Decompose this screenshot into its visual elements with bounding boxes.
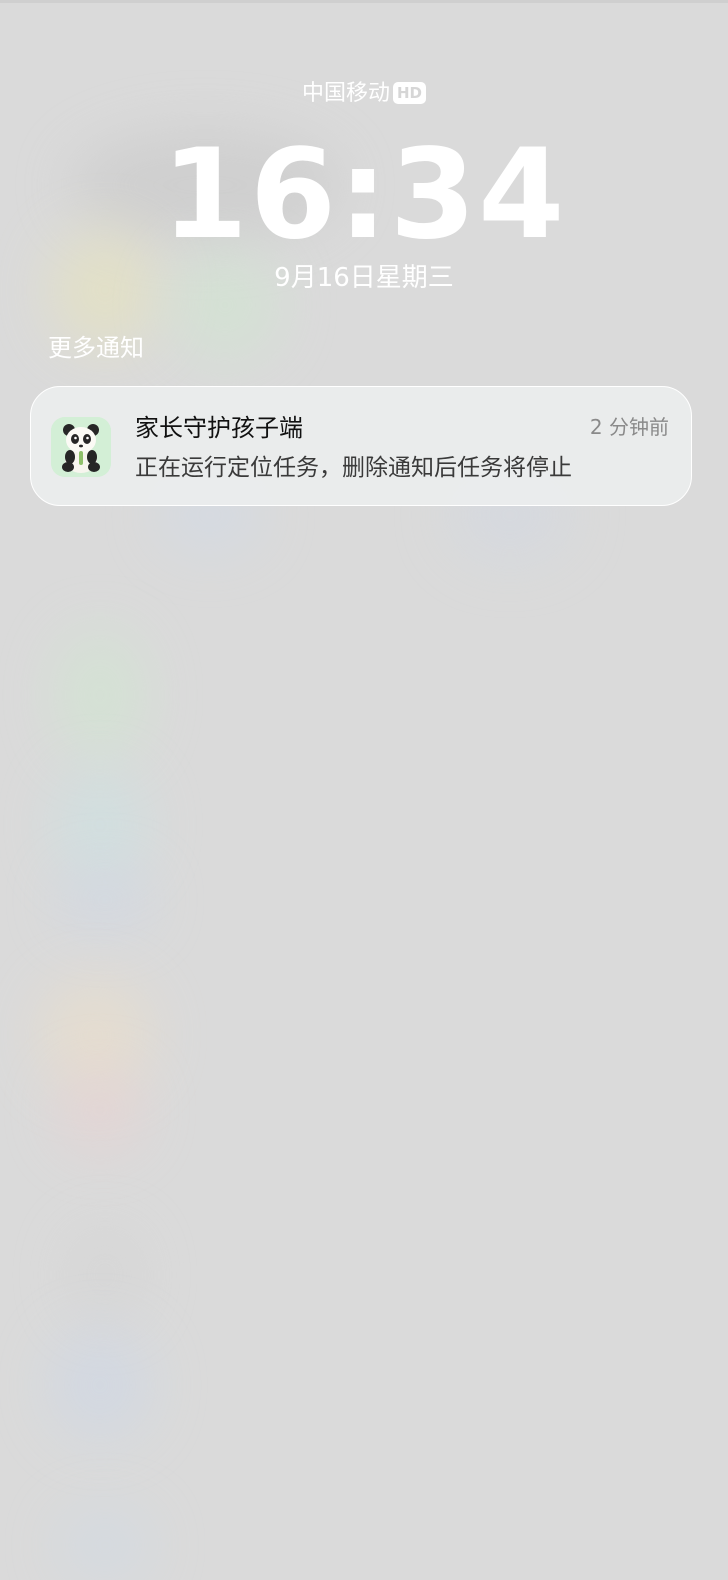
wallpaper-blob	[60, 1070, 140, 1150]
wallpaper-blob	[60, 870, 150, 930]
wallpaper-blob	[60, 1510, 150, 1580]
carrier-name: 中国移动	[301, 81, 390, 106]
wallpaper-blob	[50, 1330, 150, 1440]
more-notifications-label[interactable]: 更多通知	[48, 330, 144, 366]
wallpaper-blob	[70, 1230, 140, 1320]
carrier-status: 中国移动 HD	[0, 78, 728, 110]
status-bar-edge	[0, 0, 728, 3]
panda-app-icon	[51, 417, 111, 477]
notification-app-name: 家长守护孩子端	[135, 414, 303, 442]
notification-timestamp: 2 分钟前	[589, 415, 669, 439]
wallpaper-blob	[55, 770, 145, 880]
notification-card[interactable]: 家长守护孩子端 2 分钟前 正在运行定位任务，删除通知后任务将停止	[30, 386, 692, 506]
wallpaper-blob	[55, 630, 145, 760]
lockscreen-date: 9月16日星期三	[274, 263, 454, 293]
hd-badge: HD	[393, 82, 427, 104]
notification-message: 正在运行定位任务，删除通知后任务将停止	[135, 455, 572, 481]
lockscreen-clock: 16:34	[161, 123, 567, 267]
